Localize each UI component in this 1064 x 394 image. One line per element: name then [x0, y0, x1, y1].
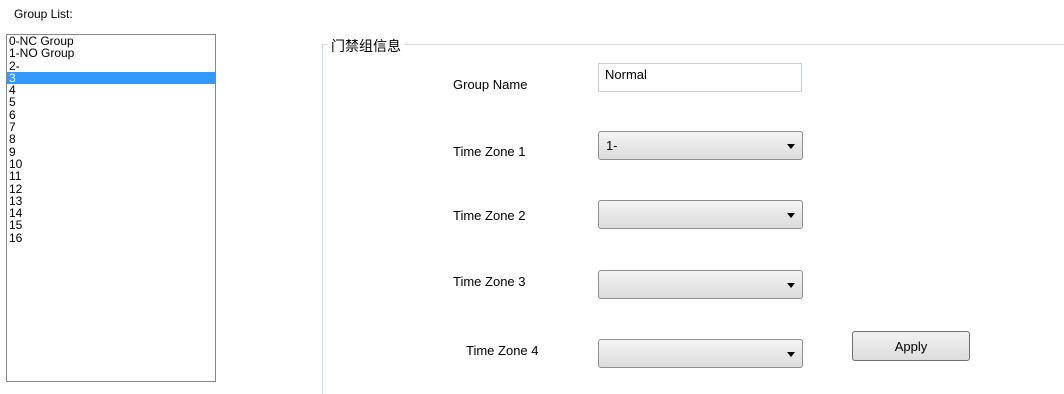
list-item[interactable]: 10: [7, 158, 215, 170]
group-list-label: Group List:: [14, 7, 73, 21]
time-zone-1-select[interactable]: 1-: [598, 131, 803, 160]
group-info-title: 门禁组信息: [328, 36, 404, 56]
chevron-down-icon: [787, 213, 795, 218]
list-item[interactable]: 7: [7, 121, 215, 133]
list-item[interactable]: 15: [7, 219, 215, 231]
time-zone-2-label: Time Zone 2: [453, 208, 526, 223]
list-item[interactable]: 13: [7, 195, 215, 207]
list-item[interactable]: 1-NO Group: [7, 47, 215, 59]
list-item[interactable]: 6: [7, 109, 215, 121]
group-name-input[interactable]: Normal: [598, 63, 802, 92]
apply-button[interactable]: Apply: [852, 331, 970, 361]
list-item[interactable]: 12: [7, 182, 215, 195]
time-zone-2-select[interactable]: [598, 200, 803, 229]
chevron-down-icon: [787, 283, 795, 288]
chevron-down-icon: [787, 352, 795, 357]
list-item[interactable]: 8: [7, 133, 215, 145]
list-item[interactable]: 16: [7, 232, 215, 244]
time-zone-4-select[interactable]: [598, 339, 803, 368]
time-zone-4-label: Time Zone 4: [466, 343, 539, 358]
time-zone-3-label: Time Zone 3: [453, 274, 526, 289]
time-zone-3-select[interactable]: [598, 270, 803, 299]
time-zone-1-label: Time Zone 1: [453, 144, 526, 159]
list-item[interactable]: 4: [7, 84, 215, 96]
list-item[interactable]: 14: [7, 207, 215, 219]
group-listbox[interactable]: 0-NC Group 1-NO Group 2- 3 4 5 6 7 8 9 1…: [6, 34, 216, 382]
list-item[interactable]: 2-: [7, 59, 215, 72]
list-item[interactable]: 5: [7, 96, 215, 108]
list-item[interactable]: 11: [7, 170, 215, 182]
list-item-selected[interactable]: 3: [7, 72, 215, 85]
chevron-down-icon: [787, 144, 795, 149]
list-item[interactable]: 9: [7, 146, 215, 158]
group-name-label: Group Name: [453, 77, 528, 92]
time-zone-1-value: 1-: [606, 138, 618, 153]
